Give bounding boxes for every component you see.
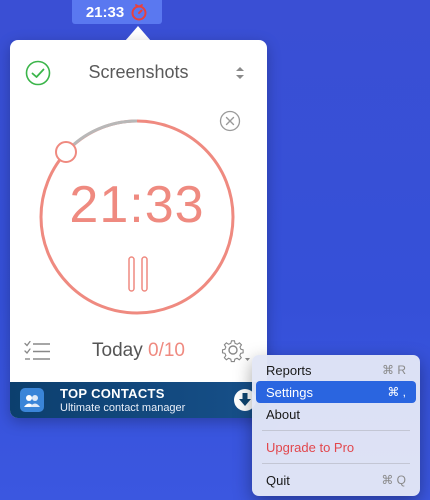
menu-separator [262,430,410,431]
menu-item-label: Upgrade to Pro [266,439,355,455]
menu-item-reports[interactable]: Reports ⌘ R [256,359,416,381]
today-count: 0/10 [148,340,185,361]
menu-item-label: Reports [266,362,312,378]
menubar-timer-item[interactable]: 21:33 [72,0,162,24]
menu-item-label: Quit [266,472,290,488]
stepper-icon[interactable] [234,65,246,81]
ad-title: TOP CONTACTS [60,386,165,401]
project-selector[interactable]: Screenshots [70,62,207,83]
task-list-icon[interactable] [24,340,52,362]
menubar-time: 21:33 [85,3,125,21]
menu-item-settings[interactable]: Settings ⌘ , [256,381,416,403]
gear-icon[interactable] [221,338,251,364]
menu-item-shortcut: ⌘ R [382,363,406,377]
popover-arrow [125,26,151,41]
today-label: Today [92,340,143,361]
pause-icon[interactable] [126,256,150,292]
menu-item-label: About [266,406,300,422]
menu-item-shortcut: ⌘ , [387,385,406,399]
timer-popover: Screenshots 21:33 Today 0/10 TOP CONTACT… [10,40,267,418]
ad-banner[interactable]: TOP CONTACTS Ultimate contact manager [10,382,267,418]
timer-display: 21:33 [69,176,205,234]
menu-item-upgrade[interactable]: Upgrade to Pro [256,436,416,458]
settings-context-menu: Reports ⌘ R Settings ⌘ , About Upgrade t… [252,355,420,496]
timer-progress-handle [55,141,77,163]
menu-item-about[interactable]: About [256,403,416,425]
contacts-app-icon [20,388,44,412]
menu-item-label: Settings [266,384,313,400]
menu-separator [262,463,410,464]
menu-item-shortcut: ⌘ Q [381,473,406,487]
check-circle-icon[interactable] [25,60,51,86]
tomato-timer-icon [130,3,148,21]
popover-header: Screenshots [10,54,267,90]
ad-subtitle: Ultimate contact manager [60,402,186,414]
today-summary: Today 0/10 [60,340,217,362]
menu-item-quit[interactable]: Quit ⌘ Q [256,469,416,491]
